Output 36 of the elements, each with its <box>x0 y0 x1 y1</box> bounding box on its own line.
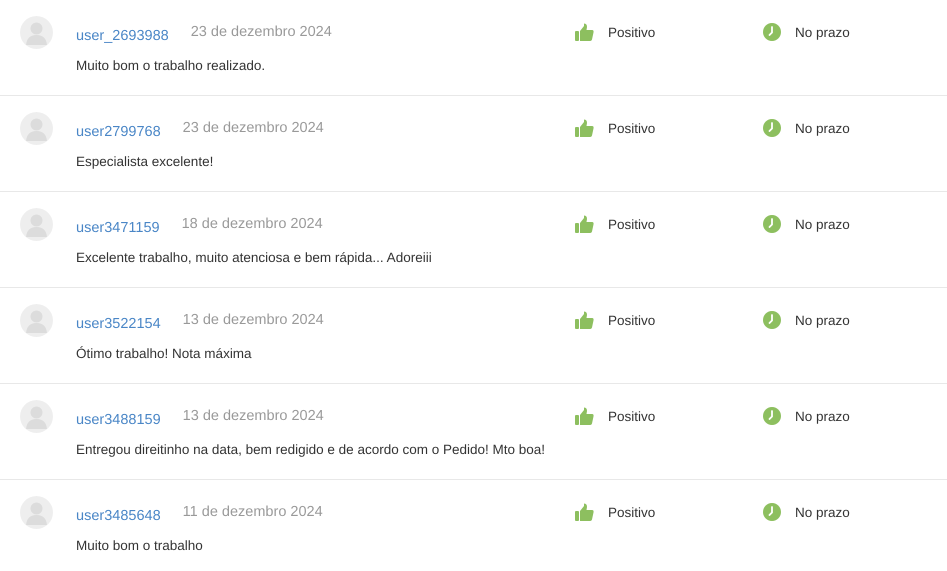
review-date: 18 de dezembro 2024 <box>182 216 323 232</box>
avatar <box>20 496 53 529</box>
rating-label: Positivo <box>608 504 656 520</box>
deadline-label: No prazo <box>795 24 850 40</box>
rating-label: Positivo <box>608 120 656 136</box>
rating-label: Positivo <box>608 408 656 424</box>
review-comment: Excelente trabalho, muito atenciosa e bem rápida... Adoreiii <box>76 250 433 265</box>
avatar <box>20 208 53 241</box>
deadline-label: No prazo <box>795 216 850 232</box>
review-comment: Entregou direitinho na data, bem redigido e de acordo com o Pedido! Mto boa! <box>76 442 546 457</box>
review-date: 13 de dezembro 2024 <box>182 312 324 328</box>
username-link[interactable]: user3471159 <box>76 220 160 236</box>
rating-label: Positivo <box>608 312 656 328</box>
username-link[interactable]: user_2693988 <box>76 28 169 44</box>
username-link[interactable]: user3488159 <box>76 412 161 428</box>
deadline-label: No prazo <box>795 120 850 136</box>
avatar <box>20 304 53 337</box>
review-comment: Ótimo trabalho! Nota máxima <box>76 346 253 361</box>
avatar <box>20 112 53 145</box>
review-date: 13 de dezembro 2024 <box>182 408 324 424</box>
review-date: 23 de dezembro 2024 <box>190 24 332 40</box>
username-link[interactable]: user3522154 <box>76 316 161 332</box>
review-comment: Muito bom o trabalho <box>76 538 204 553</box>
deadline-label: No prazo <box>795 504 850 520</box>
avatar <box>20 400 53 433</box>
deadline-label: No prazo <box>795 408 850 424</box>
review-comment: Especialista excelente! <box>76 154 214 169</box>
review-date: 11 de dezembro 2024 <box>182 504 323 520</box>
review-date: 23 de dezembro 2024 <box>182 120 324 136</box>
username-link[interactable]: user3485648 <box>76 508 161 524</box>
deadline-label: No prazo <box>795 312 850 328</box>
rating-label: Positivo <box>608 24 656 40</box>
rating-label: Positivo <box>608 216 656 232</box>
review-comment: Muito bom o trabalho realizado. <box>76 58 266 73</box>
username-link[interactable]: user2799768 <box>76 124 161 140</box>
avatar <box>20 16 53 49</box>
